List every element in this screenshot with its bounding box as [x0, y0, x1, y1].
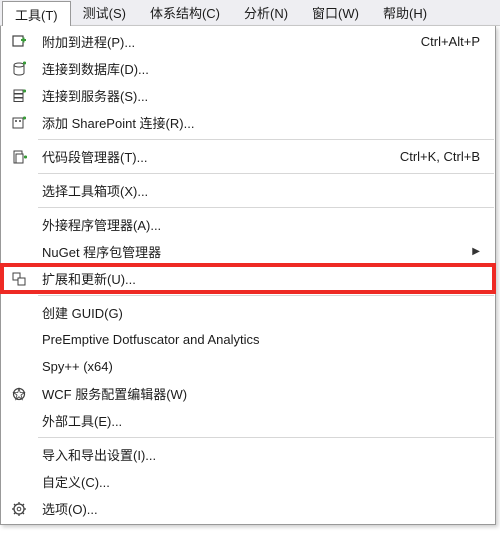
menu-separator [38, 295, 494, 296]
menu-item-13[interactable]: 创建 GUID(G) [2, 299, 494, 326]
menu-item-19[interactable]: 导入和导出设置(I)... [2, 441, 494, 468]
menu-separator [38, 207, 494, 208]
snippet-icon [2, 149, 36, 165]
menu-item-label: 连接到服务器(S)... [36, 86, 480, 105]
menu-item-9[interactable]: 外接程序管理器(A)... [2, 211, 494, 238]
menu-item-label: 扩展和更新(U)... [36, 269, 480, 288]
menu-item-16[interactable]: WCF 服务配置编辑器(W) [2, 380, 494, 407]
menu-item-10[interactable]: NuGet 程序包管理器▶ [2, 238, 494, 265]
menu-item-label: 代码段管理器(T)... [36, 147, 380, 166]
wcf-icon [2, 386, 36, 402]
menu-separator [38, 139, 494, 140]
menu-item-0[interactable]: 附加到进程(P)...Ctrl+Alt+P [2, 28, 494, 55]
menu-item-label: 选择工具箱项(X)... [36, 181, 480, 200]
db-icon [2, 61, 36, 77]
menubar-item-5[interactable]: 帮助(H) [371, 0, 439, 25]
menubar-item-0[interactable]: 工具(T) [2, 1, 71, 26]
menubar-item-1[interactable]: 测试(S) [71, 0, 138, 25]
menubar-item-4[interactable]: 窗口(W) [300, 0, 371, 25]
menu-separator [38, 173, 494, 174]
sharepoint-icon [2, 115, 36, 131]
server-icon [2, 88, 36, 104]
menu-item-label: Spy++ (x64) [36, 359, 480, 374]
menu-item-14[interactable]: PreEmptive Dotfuscator and Analytics [2, 326, 494, 353]
menu-item-label: 外接程序管理器(A)... [36, 215, 480, 234]
menu-item-label: PreEmptive Dotfuscator and Analytics [36, 332, 480, 347]
menu-item-21[interactable]: 选项(O)... [2, 495, 494, 522]
menu-item-label: 创建 GUID(G) [36, 303, 480, 322]
menu-item-shortcut: Ctrl+K, Ctrl+B [380, 149, 480, 164]
menu-item-11[interactable]: 扩展和更新(U)... [2, 265, 494, 292]
attach-icon [2, 34, 36, 50]
menu-item-1[interactable]: 连接到数据库(D)... [2, 55, 494, 82]
menu-item-17[interactable]: 外部工具(E)... [2, 407, 494, 434]
menu-item-label: NuGet 程序包管理器 [36, 242, 452, 261]
menu-item-label: 自定义(C)... [36, 472, 480, 491]
menu-item-label: 连接到数据库(D)... [36, 59, 480, 78]
menu-item-label: 外部工具(E)... [36, 411, 480, 430]
menu-item-20[interactable]: 自定义(C)... [2, 468, 494, 495]
menu-item-shortcut: Ctrl+Alt+P [401, 34, 480, 49]
menu-item-label: WCF 服务配置编辑器(W) [36, 384, 480, 403]
menu-item-label: 选项(O)... [36, 499, 480, 518]
menu-item-5[interactable]: 代码段管理器(T)...Ctrl+K, Ctrl+B [2, 143, 494, 170]
extend-icon [2, 271, 36, 287]
menu-item-15[interactable]: Spy++ (x64) [2, 353, 494, 380]
menu-item-3[interactable]: 添加 SharePoint 连接(R)... [2, 109, 494, 136]
tools-dropdown: 附加到进程(P)...Ctrl+Alt+P 连接到数据库(D)... 连接到服务器(… [0, 26, 496, 525]
menu-item-7[interactable]: 选择工具箱项(X)... [2, 177, 494, 204]
menu-item-label: 添加 SharePoint 连接(R)... [36, 113, 480, 132]
menu-separator [38, 437, 494, 438]
menu-item-label: 附加到进程(P)... [36, 32, 401, 51]
menubar-item-3[interactable]: 分析(N) [232, 0, 300, 25]
menubar: 工具(T)测试(S)体系结构(C)分析(N)窗口(W)帮助(H) [0, 0, 500, 26]
options-icon [2, 501, 36, 517]
menu-item-2[interactable]: 连接到服务器(S)... [2, 82, 494, 109]
chevron-right-icon: ▶ [452, 246, 480, 257]
menubar-item-2[interactable]: 体系结构(C) [138, 0, 232, 25]
menu-item-label: 导入和导出设置(I)... [36, 445, 480, 464]
